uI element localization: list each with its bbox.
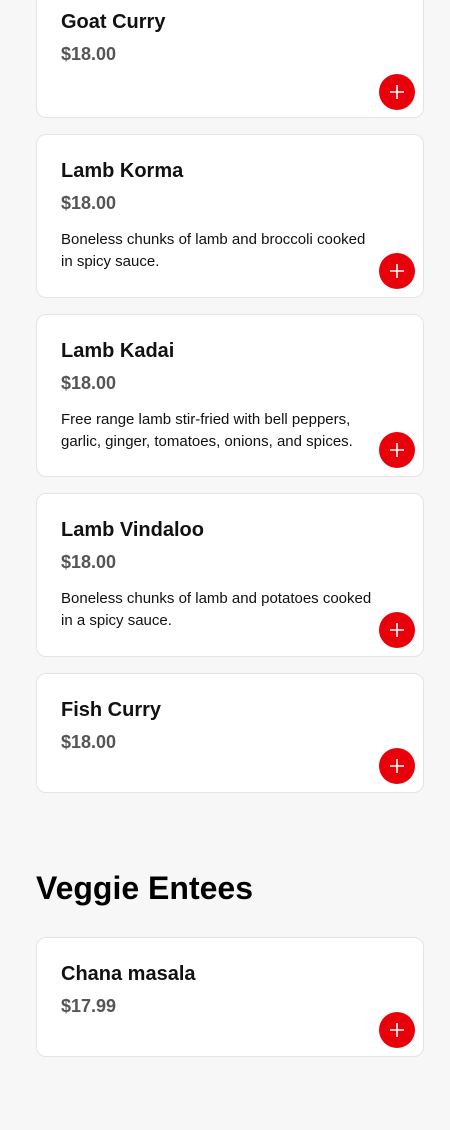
plus-icon	[390, 1023, 404, 1037]
item-price: $17.99	[61, 996, 117, 1016]
item-price: $18.00	[61, 44, 117, 64]
item-description: Boneless chunks of lamb and broccoli coo…	[61, 231, 366, 270]
section-heading: Veggie Entees	[36, 870, 253, 906]
menu-item-card[interactable]: Chana masala $17.99	[36, 937, 424, 1057]
plus-icon	[390, 759, 404, 773]
plus-icon	[390, 264, 404, 278]
item-name: Lamb Kadai	[61, 340, 175, 362]
add-to-cart-button[interactable]	[379, 432, 415, 468]
menu-item-card[interactable]: Lamb Korma $18.00 Boneless chunks of lam…	[36, 134, 424, 298]
item-description: Free range lamb stir-fried with bell pep…	[61, 411, 353, 450]
menu-item-card[interactable]: Goat Curry $18.00	[36, 0, 424, 118]
plus-icon	[390, 443, 404, 457]
plus-icon	[390, 85, 404, 99]
item-price: $18.00	[61, 373, 117, 393]
menu-page: Goat Curry $18.00 Lamb Korma $18.00 Bone…	[0, 0, 450, 1130]
item-price: $18.00	[61, 193, 117, 213]
item-name: Chana masala	[61, 963, 196, 985]
item-name: Lamb Korma	[61, 160, 184, 182]
item-price: $18.00	[61, 552, 117, 572]
add-to-cart-button[interactable]	[379, 748, 415, 784]
add-to-cart-button[interactable]	[379, 74, 415, 110]
menu-item-card[interactable]: Lamb Kadai $18.00 Free range lamb stir-f…	[36, 314, 424, 477]
item-name: Lamb Vindaloo	[61, 519, 204, 541]
add-to-cart-button[interactable]	[379, 1012, 415, 1048]
menu-item-card[interactable]: Fish Curry $18.00	[36, 673, 424, 793]
item-description: Boneless chunks of lamb and potatoes coo…	[61, 590, 372, 629]
plus-icon	[390, 623, 404, 637]
add-to-cart-button[interactable]	[379, 612, 415, 648]
add-to-cart-button[interactable]	[379, 253, 415, 289]
item-name: Goat Curry	[61, 11, 166, 33]
menu-item-card[interactable]: Lamb Vindaloo $18.00 Boneless chunks of …	[36, 493, 424, 657]
item-price: $18.00	[61, 732, 117, 752]
item-name: Fish Curry	[61, 699, 162, 721]
